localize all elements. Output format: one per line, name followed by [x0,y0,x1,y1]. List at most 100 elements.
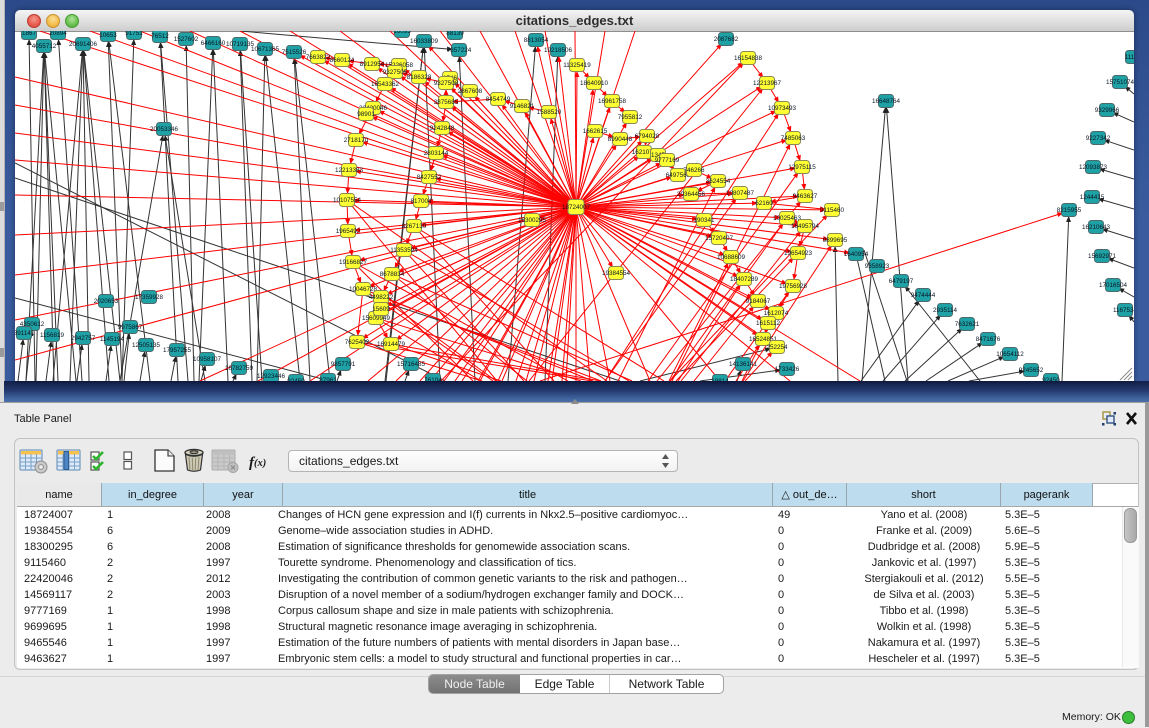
svg-text:8912954: 8912954 [360,61,385,68]
svg-text:9327508: 9327508 [434,80,459,87]
svg-text:8267130: 8267130 [402,223,427,230]
svg-text:1244415: 1244415 [1080,194,1105,201]
svg-text:17957255: 17957255 [163,347,192,354]
svg-text:1615112: 1615112 [756,320,781,327]
svg-text:9474444: 9474444 [911,292,936,299]
svg-text:17359928: 17359928 [135,294,164,301]
svg-text:1733426: 1733426 [775,366,800,373]
svg-text:18407289: 18407289 [730,276,759,283]
svg-text:2867608: 2867608 [458,88,483,95]
svg-text:91751: 91751 [125,31,143,37]
svg-text:6466160: 6466160 [201,40,226,47]
svg-text:16154838: 16154838 [734,55,763,62]
svg-text:1640954: 1640954 [844,251,869,258]
svg-text:9857791: 9857791 [331,361,356,368]
svg-text:8990448: 8990448 [608,136,633,143]
svg-text:746266: 746266 [683,167,705,174]
svg-text:19756928: 19756928 [779,283,808,290]
svg-text:1662615: 1662615 [583,128,608,135]
svg-text:11123: 11123 [1125,54,1134,61]
svg-text:10107554: 10107554 [333,197,362,204]
svg-text:9975867: 9975867 [118,324,143,331]
svg-text:1145194: 1145194 [100,336,125,343]
svg-text:12213383: 12213383 [335,167,364,174]
svg-text:8660124: 8660124 [330,57,355,64]
svg-text:88139: 88139 [446,31,464,37]
svg-text:11353594: 11353594 [390,247,418,254]
svg-text:8471676: 8471676 [976,336,1001,343]
svg-text:76512: 76512 [151,33,169,40]
svg-text:1588520: 1588520 [537,109,562,116]
svg-text:7632621: 7632621 [955,321,980,328]
svg-text:7485063: 7485063 [781,135,806,142]
svg-text:817004: 817004 [410,198,432,205]
svg-text:16914479: 16914479 [377,341,406,348]
svg-text:12923446: 12923446 [257,373,286,380]
svg-text:19654923: 19654923 [784,250,813,257]
svg-text:3624554: 3624554 [706,178,731,185]
svg-text:11325419: 11325419 [563,62,591,69]
svg-text:252254: 252254 [766,344,788,351]
svg-text:18640910: 18640910 [580,80,609,87]
svg-text:14136141: 14136141 [729,361,758,368]
svg-text:10958107: 10958107 [193,356,222,363]
svg-text:15609949: 15609949 [362,315,391,322]
svg-text:16495794: 16495794 [791,223,820,230]
svg-text:1527602: 1527602 [174,36,199,43]
svg-text:15609: 15609 [372,306,390,313]
svg-text:16093: 16093 [393,31,411,35]
svg-text:1167534: 1167534 [1113,307,1134,314]
svg-text:4055712: 4055712 [32,43,57,50]
svg-text:16543362: 16543362 [371,81,400,88]
svg-text:15716485: 15716485 [397,361,426,368]
svg-text:7625402: 7625402 [345,339,370,346]
svg-text:2942757: 2942757 [71,335,96,342]
svg-text:1156819: 1156819 [40,332,65,339]
svg-text:15692971: 15692971 [1088,253,1117,260]
svg-text:12505135: 12505135 [132,342,161,349]
svg-text:16210643: 16210643 [1082,224,1111,231]
svg-text:16782759: 16782759 [225,365,254,372]
svg-text:9184067: 9184067 [746,298,771,305]
svg-text:9227342: 9227342 [1086,135,1111,142]
svg-text:9329966: 9329966 [1095,107,1120,114]
svg-text:9777169: 9777169 [655,157,680,164]
svg-text:391141: 391141 [15,330,35,337]
svg-text:19218506: 19218506 [544,47,573,54]
svg-text:2803144: 2803144 [424,150,449,157]
svg-text:10973493: 10973493 [768,105,797,112]
svg-text:9146821: 9146821 [510,103,535,110]
svg-text:17016504: 17016504 [1099,282,1128,289]
svg-text:19384554: 19384554 [602,270,631,277]
svg-text:16961758: 16961758 [598,98,627,105]
svg-text:19814: 19814 [711,378,729,381]
svg-text:2020653: 2020653 [94,298,119,305]
svg-text:20053346: 20053346 [150,126,179,133]
svg-text:2935114: 2935114 [933,307,958,314]
svg-text:10653: 10653 [99,32,117,39]
svg-text:19166827: 19166827 [339,259,368,266]
svg-text:18300295: 18300295 [518,217,547,224]
svg-text:16033809: 16033809 [410,38,439,45]
svg-text:9115460: 9115460 [820,207,845,214]
svg-text:10688609: 10688609 [717,254,746,261]
svg-text:9358923: 9358923 [865,263,890,270]
svg-text:87961: 87961 [319,377,337,381]
svg-text:20364456: 20364456 [677,191,706,198]
svg-text:1867: 1867 [22,31,37,37]
svg-text:98901: 98901 [357,111,375,118]
svg-text:7357224: 7357224 [447,47,472,54]
svg-text:9242848: 9242848 [430,125,455,132]
svg-text:8454749: 8454749 [486,96,511,103]
svg-text:7955812: 7955812 [618,114,643,121]
svg-text:8186328: 8186328 [407,74,432,81]
svg-text:7515526: 7515526 [282,49,307,56]
svg-text:15720407: 15720407 [705,235,734,242]
svg-text:10807487: 10807487 [726,190,755,197]
svg-text:9327505: 9327505 [383,69,408,76]
svg-text:12975115: 12975115 [788,164,816,171]
svg-text:2087682: 2087682 [714,36,739,43]
svg-text:12213967: 12213967 [753,80,782,87]
svg-text:10654112: 10654112 [996,351,1024,358]
svg-text:62160: 62160 [755,200,773,207]
